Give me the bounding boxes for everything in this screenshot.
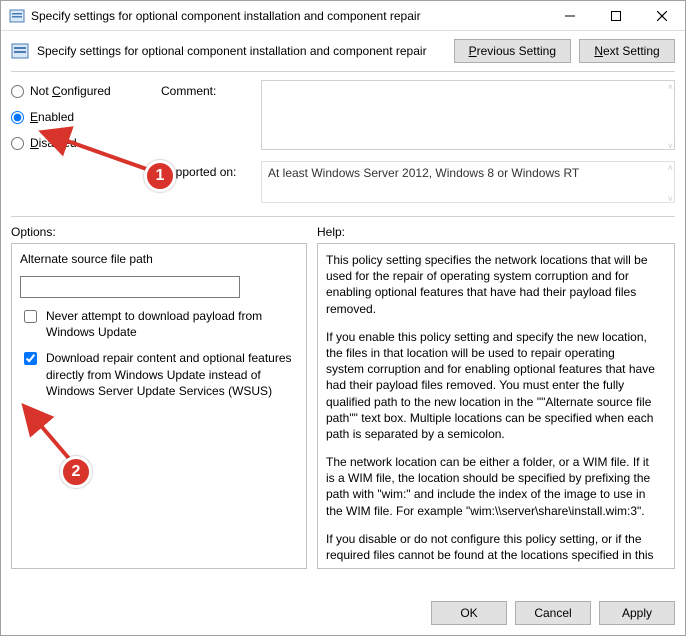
- help-paragraph: The network location can be either a fol…: [326, 454, 656, 519]
- supported-on-label: Supported on:: [161, 161, 261, 179]
- titlebar: Specify settings for optional component …: [1, 1, 685, 31]
- help-label: Help:: [317, 225, 675, 239]
- policy-icon: [9, 8, 25, 24]
- cancel-button[interactable]: Cancel: [515, 601, 591, 625]
- close-button[interactable]: [639, 1, 685, 31]
- radio-disabled-label[interactable]: Disabled: [30, 136, 77, 150]
- comment-label: Comment:: [161, 80, 261, 98]
- alt-source-path-label: Alternate source file path: [20, 252, 298, 266]
- ok-button[interactable]: OK: [431, 601, 507, 625]
- radio-enabled[interactable]: [11, 111, 24, 124]
- options-panel: Alternate source file path Never attempt…: [11, 243, 307, 569]
- supported-on-value: [261, 161, 675, 203]
- apply-button[interactable]: Apply: [599, 601, 675, 625]
- annotation-badge-2: 2: [60, 456, 92, 488]
- checkbox-direct-wu[interactable]: [24, 352, 37, 365]
- state-radiogroup: Not Configured Enabled Disabled: [11, 80, 151, 206]
- checkbox-never-download[interactable]: [24, 310, 37, 323]
- comment-textarea[interactable]: [261, 80, 675, 150]
- checkbox-direct-wu-label[interactable]: Download repair content and optional fea…: [46, 350, 298, 399]
- header-row: Specify settings for optional component …: [1, 31, 685, 71]
- policy-subtitle: Specify settings for optional component …: [37, 44, 446, 58]
- policy-editor-window: Specify settings for optional component …: [0, 0, 686, 636]
- checkbox-never-download-label[interactable]: Never attempt to download payload from W…: [46, 308, 298, 340]
- help-paragraph: If you enable this policy setting and sp…: [326, 329, 656, 442]
- dialog-footer: OK Cancel Apply: [1, 591, 685, 635]
- help-paragraph: If you disable or do not configure this …: [326, 531, 656, 563]
- state-section: Not Configured Enabled Disabled Comment:…: [1, 72, 685, 216]
- minimize-button[interactable]: [547, 1, 593, 31]
- radio-not-configured[interactable]: [11, 85, 24, 98]
- radio-not-configured-label[interactable]: Not Configured: [30, 84, 111, 98]
- options-label: Options:: [11, 225, 307, 239]
- annotation-badge-1: 1: [144, 160, 176, 192]
- previous-setting-button[interactable]: Previous Setting: [454, 39, 571, 63]
- radio-disabled[interactable]: [11, 137, 24, 150]
- radio-enabled-label[interactable]: Enabled: [30, 110, 74, 124]
- alt-source-path-input[interactable]: [20, 276, 240, 298]
- help-panel[interactable]: This policy setting specifies the networ…: [317, 243, 675, 569]
- window-title: Specify settings for optional component …: [31, 9, 547, 23]
- policy-icon: [11, 42, 29, 60]
- help-paragraph: This policy setting specifies the networ…: [326, 252, 656, 317]
- next-setting-button[interactable]: Next Setting: [579, 39, 675, 63]
- maximize-button[interactable]: [593, 1, 639, 31]
